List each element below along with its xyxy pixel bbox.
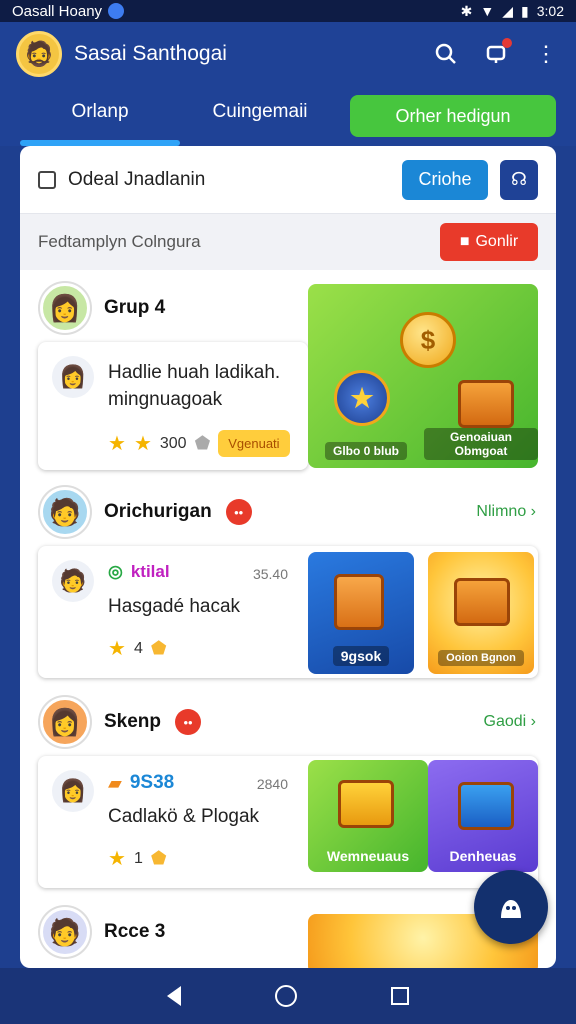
system-nav-bar — [0, 968, 576, 1024]
section-title: Rcce 3 — [104, 921, 166, 942]
chest-icon — [454, 578, 510, 626]
search-icon[interactable] — [432, 40, 460, 68]
badge-icon: •• — [225, 499, 252, 525]
item-tag: 9S38 — [129, 772, 175, 793]
notification-dot — [502, 38, 512, 48]
reward-image[interactable]: Denheuas — [428, 760, 538, 872]
list-item[interactable]: 👩 Hadlie huah ladikah. mingnuagoak ★ ★ 3… — [38, 342, 308, 470]
status-bar: Oasall Hoany ✱ ▼ ◢ ▮ 3:02 — [0, 0, 576, 22]
section-title: Orichurigan — [104, 501, 212, 522]
avatar: 🧑 — [40, 907, 90, 957]
trophy-icon — [338, 780, 394, 828]
filter-button[interactable]: Criohe — [402, 159, 488, 200]
item-title: Hasgadé hacak — [108, 596, 241, 617]
section-title: Grup 4 — [104, 297, 166, 318]
section-title: Skenp — [104, 711, 162, 732]
notice-button-label: Gonlir — [475, 233, 519, 250]
section-orichurigan: 🧑 Orichurigan •• Nlimno › 🧑 ◎ ktilal 35.… — [20, 484, 556, 684]
notice-row: Fedtamplyn Colngura ■ Gonlir — [20, 214, 556, 270]
chat-fab-button[interactable] — [474, 870, 548, 944]
app-badge-icon — [108, 3, 125, 19]
wifi-icon: ▼ — [480, 3, 495, 19]
gem-icon: ⬟ — [150, 638, 167, 658]
avatar: 👩 — [52, 770, 94, 812]
home-icon[interactable] — [275, 985, 297, 1007]
tile-label: Genoaiuan Obmgoat — [424, 428, 538, 460]
avatar: 🧑 — [52, 560, 94, 602]
signal-icon: ◢ — [502, 2, 514, 19]
reward-image[interactable]: 9gsok — [308, 552, 414, 674]
tab-orlanp[interactable]: Orlanp — [20, 86, 180, 146]
reward-image[interactable]: Ooion Bgnon — [428, 552, 534, 674]
list-item[interactable]: 🧑 ◎ ktilal 35.40 Hasgadé hacak ★ 4 ⬟ 9gs… — [38, 546, 538, 678]
main-panel: Odeal Jnadlanin Criohe ☊ Fedtamplyn Coln… — [20, 146, 556, 968]
tile-label: Denheuas — [449, 848, 517, 864]
avatar: 👩 — [52, 356, 94, 398]
notification-icon[interactable] — [482, 38, 512, 68]
back-icon[interactable] — [167, 986, 181, 1006]
filter-checkbox[interactable] — [38, 170, 56, 189]
star-icon: ★ — [133, 433, 152, 455]
item-time: 35.40 — [252, 566, 288, 582]
star-icon: ★ — [108, 848, 126, 870]
more-vert-icon[interactable]: ⋮ — [532, 40, 560, 68]
reward-image[interactable]: Wemneuaus — [308, 760, 428, 872]
score: 4 — [133, 639, 143, 657]
bluetooth-icon: ✱ — [460, 2, 473, 19]
score: 1 — [133, 849, 143, 867]
section-skenp: 👩 Skenp •• Gaodi › 👩 ▰ 9S38 2840 Cadlakö… — [20, 694, 556, 894]
book-icon — [334, 574, 384, 630]
tile-label: 9gsok — [332, 646, 390, 666]
tile-label: Ooion Bgnon — [438, 650, 524, 666]
recents-icon[interactable] — [391, 987, 409, 1005]
chest-icon — [458, 782, 514, 830]
section-link[interactable]: Gaodi › — [484, 713, 536, 731]
avatar: 🧑 — [40, 487, 90, 537]
app-title: Sasai Santhogai — [74, 42, 227, 65]
star-icon: ★ — [108, 433, 126, 455]
tile-label: Wemneuaus — [326, 848, 410, 864]
star-icon: ★ — [108, 638, 126, 660]
tab-bar: Orlanp Cuingemaii Orher hedigun — [0, 86, 576, 146]
tab-cuingemaii[interactable]: Cuingemaii — [180, 86, 340, 146]
section-grup-4: 👩 Grup 4 👩 Hadlie huah ladikah. mingnuag… — [20, 280, 556, 480]
notice-label: Fedtamplyn Colngura — [38, 232, 201, 251]
chest-small-icon: ▰ — [108, 772, 122, 793]
tab-cta-button[interactable]: Orher hedigun — [350, 95, 556, 137]
section-link[interactable]: Nlimno › — [476, 503, 536, 521]
item-title: Hadlie huah ladikah. — [108, 362, 281, 383]
battery-icon: ▮ — [521, 2, 529, 19]
shield-icon: ⬟ — [194, 433, 211, 453]
app-bar: 🧔 Sasai Santhogai ⋮ — [0, 22, 576, 86]
badge-icon: •• — [175, 709, 202, 735]
avatar: 👩 — [40, 697, 90, 747]
filter-label: Odeal Jnadlanin — [68, 168, 206, 190]
item-subtitle: mingnuagoak — [108, 388, 223, 410]
tile-label: Glbo 0 blub — [325, 442, 407, 460]
avatar: 👩 — [40, 283, 90, 333]
reward-pill[interactable]: Vgenuati — [218, 430, 290, 457]
profile-avatar[interactable]: 🧔 — [16, 31, 62, 77]
people-icon[interactable]: ☊ — [500, 159, 538, 200]
notice-button[interactable]: ■ Gonlir — [440, 223, 538, 261]
list-item[interactable]: 👩 ▰ 9S38 2840 Cadlakö & Plogak ★ 1 ⬟ Wem… — [38, 756, 538, 888]
carrier-label: Oasall Hoany — [12, 2, 103, 20]
clock: 3:02 — [536, 3, 564, 19]
lock-icon: ■ — [459, 233, 470, 250]
item-time: 2840 — [256, 776, 288, 792]
item-title: Cadlakö & Plogak — [108, 806, 260, 827]
verified-icon: ◎ — [108, 562, 123, 581]
gem-icon: ⬟ — [150, 848, 167, 868]
score: 300 — [159, 434, 187, 452]
filter-row: Odeal Jnadlanin Criohe ☊ — [20, 146, 556, 214]
reward-image[interactable]: $ ★ Glbo 0 blub Genoaiuan Obmgoat — [308, 284, 538, 468]
item-tag: ktilal — [130, 562, 170, 581]
